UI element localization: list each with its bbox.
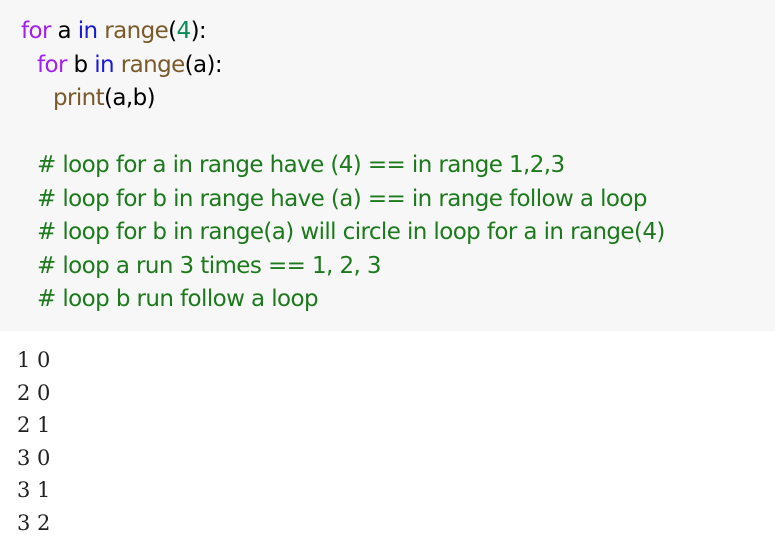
code-line-3: print(a,b)	[0, 82, 665, 116]
output-line: 3 0	[17, 445, 51, 470]
keyword-for: for	[37, 51, 67, 78]
variable-a: a	[50, 18, 78, 44]
comment-line: # loop a run 3 times == 1, 2, 3	[37, 252, 382, 279]
print-args: (a,b)	[104, 85, 156, 111]
comment-line: # loop for a in range have (4) == in ran…	[37, 152, 565, 178]
variable-b: b	[66, 51, 95, 78]
keyword-for: for	[21, 18, 51, 44]
paren-open: (	[184, 51, 194, 78]
paren-open: (	[168, 18, 177, 44]
code-line-2: for b in range(a):	[0, 49, 665, 83]
code-editor-panel: for a in range(4): for b in range(a): pr…	[0, 0, 775, 331]
number-literal: 4	[176, 18, 192, 44]
output-line: 2 0	[17, 380, 51, 405]
keyword-in: in	[77, 18, 98, 44]
paren-close: ):	[206, 51, 223, 78]
comment-line: # loop for b in range(a) will circle in …	[37, 219, 665, 245]
output-panel: 1 0 2 0 2 1 3 0 3 1 3 2	[17, 344, 50, 540]
comment-line: # loop b run follow a loop	[37, 286, 319, 312]
code-block: for a in range(4): for b in range(a): pr…	[0, 15, 665, 317]
paren-close: ):	[190, 18, 207, 44]
argument-a: a	[193, 51, 207, 78]
output-line: 1 0	[17, 348, 51, 372]
builtin-print: print	[53, 85, 105, 111]
output-line: 3 1	[17, 478, 51, 503]
output-line: 3 2	[17, 510, 51, 535]
keyword-in: in	[94, 51, 115, 78]
code-line-1: for a in range(4):	[0, 15, 665, 49]
builtin-range: range	[104, 18, 169, 44]
output-line: 2 1	[17, 413, 51, 438]
builtin-range: range	[120, 51, 185, 78]
comment-line: # loop for b in range have (a) == in ran…	[37, 185, 647, 212]
